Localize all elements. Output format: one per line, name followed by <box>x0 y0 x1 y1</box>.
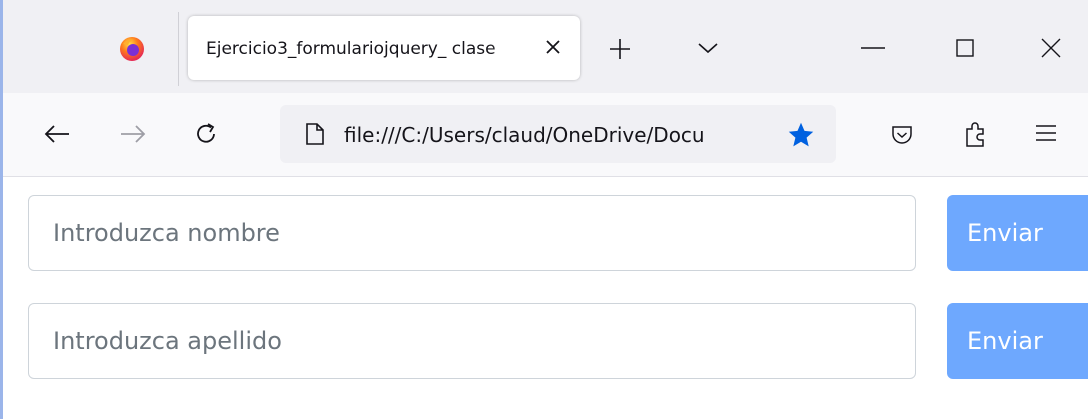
document-icon <box>306 123 324 145</box>
chevron-down-icon[interactable] <box>695 38 721 58</box>
nombre-input[interactable] <box>28 195 916 271</box>
title-bar: Ejercicio3_formulariojquery_ clase <box>3 0 1088 93</box>
close-icon[interactable] <box>1039 36 1063 60</box>
pocket-icon[interactable] <box>890 123 914 147</box>
firefox-icon <box>120 37 144 61</box>
tab-title: Ejercicio3_formulariojquery_ clase <box>206 39 496 59</box>
menu-icon[interactable] <box>1035 123 1057 143</box>
send-nombre-button[interactable]: Enviar <box>947 195 1088 271</box>
address-bar[interactable]: file:///C:/Users/claud/OneDrive/Docu <box>280 105 836 163</box>
tab-divider <box>178 12 179 86</box>
apellido-input[interactable] <box>28 303 916 379</box>
send-apellido-button[interactable]: Enviar <box>947 303 1088 379</box>
forward-icon <box>121 125 146 143</box>
extensions-icon[interactable] <box>963 120 989 148</box>
maximize-icon[interactable] <box>953 36 977 60</box>
star-filled-icon[interactable] <box>787 121 815 149</box>
form-row-apellido: Enviar <box>28 303 1088 379</box>
minimize-icon[interactable] <box>861 46 885 50</box>
new-tab-icon[interactable] <box>607 36 633 62</box>
form-row-nombre: Enviar <box>28 195 1088 271</box>
back-icon[interactable] <box>43 122 71 146</box>
url-text[interactable]: file:///C:/Users/claud/OneDrive/Docu <box>344 121 764 149</box>
browser-tab[interactable]: Ejercicio3_formulariojquery_ clase <box>188 16 580 80</box>
tab-close-icon[interactable] <box>542 36 564 58</box>
reload-icon[interactable] <box>193 121 219 147</box>
navigation-bar: file:///C:/Users/claud/OneDrive/Docu <box>3 93 1088 177</box>
